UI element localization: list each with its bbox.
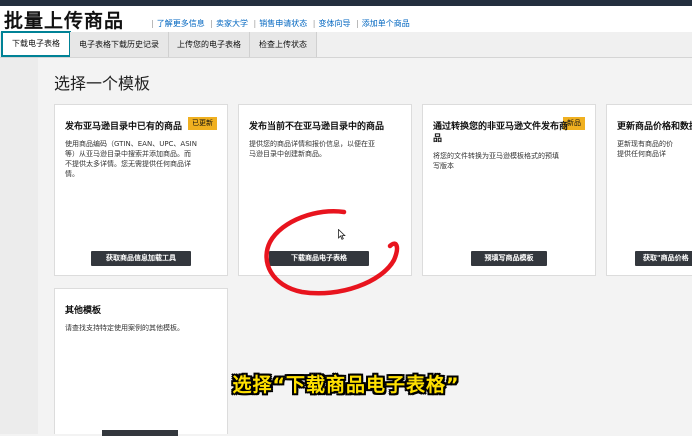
card-description: 使用商品编码（GTIN、EAN、UPC、ASIN 等）从亚马逊目录中搜索并添加商… — [65, 139, 197, 179]
get-price-quantity-button[interactable]: 获取"商品价格 — [635, 251, 692, 266]
desc-line: 使用商品编码（GTIN、EAN、UPC、ASIN — [65, 140, 197, 148]
desc-line: 将您的文件转换为亚马逊模板格式的预填 — [433, 152, 559, 160]
card-title: 通过转换您的非亚马逊文件发布商 品 — [433, 121, 568, 145]
link-separator: | — [210, 19, 213, 28]
page-header: 批量上传商品 | 了解更多信息 | 卖家大学 | 销售申请状态 | 变体向导 | 添加单个… — [0, 6, 692, 32]
card-title-line: 品 — [433, 134, 443, 144]
variation-wizard-link[interactable]: 变体向导 — [318, 19, 350, 28]
tutorial-caption: 选择“下载商品电子表格” — [232, 374, 460, 396]
updated-badge: 已更新 — [188, 117, 217, 130]
link-separator: | — [253, 19, 257, 28]
card-title: 其他模板 — [65, 306, 102, 316]
link-separator: | — [151, 19, 154, 28]
mouse-cursor-icon — [338, 229, 346, 240]
desc-line: 写版本 — [433, 162, 454, 170]
prefill-template-button[interactable]: 预填写商品模板 — [471, 251, 547, 266]
template-card-new-products: 发布当前不在亚马逊目录中的商品 提供您的商品详情和报价信息，以便在亚 马逊目录中… — [238, 104, 412, 276]
desc-line: 情。 — [65, 170, 79, 178]
header-links: | 了解更多信息 | 卖家大学 | 销售申请状态 | 变体向导 | 添加单个商品 — [148, 18, 410, 29]
desc-line: 更新现有商品的价 — [617, 140, 673, 148]
desc-line: 请查找支持特定使用案例的其他模板。 — [65, 324, 184, 332]
card-description: 请查找支持特定使用案例的其他模板。 — [65, 323, 184, 333]
card-description: 更新现有商品的价 提供任何商品详 — [617, 139, 673, 159]
tab-download-spreadsheet[interactable]: 下载电子表格 — [1, 31, 71, 57]
card-description: 将您的文件转换为亚马逊模板格式的预填 写版本 — [433, 151, 559, 171]
card-title: 发布当前不在亚马逊目录中的商品 — [249, 122, 385, 132]
section-title: 选择一个模板 — [54, 74, 151, 93]
desc-line: 等）从亚马逊目录中搜索并添加商品。而 — [65, 150, 191, 158]
desc-line: 不提供太多详情。您无需提供任何商品详 — [65, 160, 191, 168]
page-title: 批量上传商品 — [4, 10, 125, 32]
template-card-update-price: 更新商品价格和数据 更新现有商品的价 提供任何商品详 获取"商品价格 — [606, 104, 692, 276]
card-description: 提供您的商品详情和报价信息，以便在亚 马逊目录中创建新商品。 — [249, 139, 375, 159]
tab-upload-spreadsheet[interactable]: 上传您的电子表格 — [169, 32, 250, 57]
tab-check-upload-status[interactable]: 检查上传状态 — [250, 32, 317, 57]
selling-application-status-link[interactable]: 销售申请状态 — [259, 19, 307, 28]
card-title-line: 通过转换您的非亚马逊文件发布商 — [433, 122, 569, 132]
tab-bar: 下载电子表格 电子表格下载历史记录 上传您的电子表格 检查上传状态 — [0, 31, 692, 58]
template-card-other-templates: 其他模板 请查找支持特定使用案例的其他模板。 — [54, 288, 228, 434]
learn-more-link[interactable]: 了解更多信息 — [157, 19, 205, 28]
link-separator: | — [312, 19, 316, 28]
other-templates-button[interactable] — [102, 430, 178, 436]
link-separator: | — [356, 19, 359, 28]
tab-download-history[interactable]: 电子表格下载历史记录 — [70, 32, 169, 57]
add-single-product-link[interactable]: 添加单个商品 — [362, 19, 410, 28]
seller-university-link[interactable]: 卖家大学 — [216, 19, 248, 28]
desc-line: 提供您的商品详情和报价信息，以便在亚 — [249, 140, 375, 148]
card-title: 更新商品价格和数据 — [617, 122, 692, 132]
download-product-spreadsheet-button[interactable]: 下载商品电子表格 — [269, 251, 369, 266]
template-card-existing-products: 已更新 发布亚马逊目录中已有的商品 使用商品编码（GTIN、EAN、UPC、AS… — [54, 104, 228, 276]
card-title: 发布亚马逊目录中已有的商品 — [65, 122, 183, 132]
get-listing-loader-button[interactable]: 获取商品信息加载工具 — [91, 251, 191, 266]
template-card-convert-file: 新品 通过转换您的非亚马逊文件发布商 品 将您的文件转换为亚马逊模板格式的预填 … — [422, 104, 596, 276]
desc-line: 提供任何商品详 — [617, 150, 666, 158]
desc-line: 马逊目录中创建新商品。 — [249, 150, 326, 158]
